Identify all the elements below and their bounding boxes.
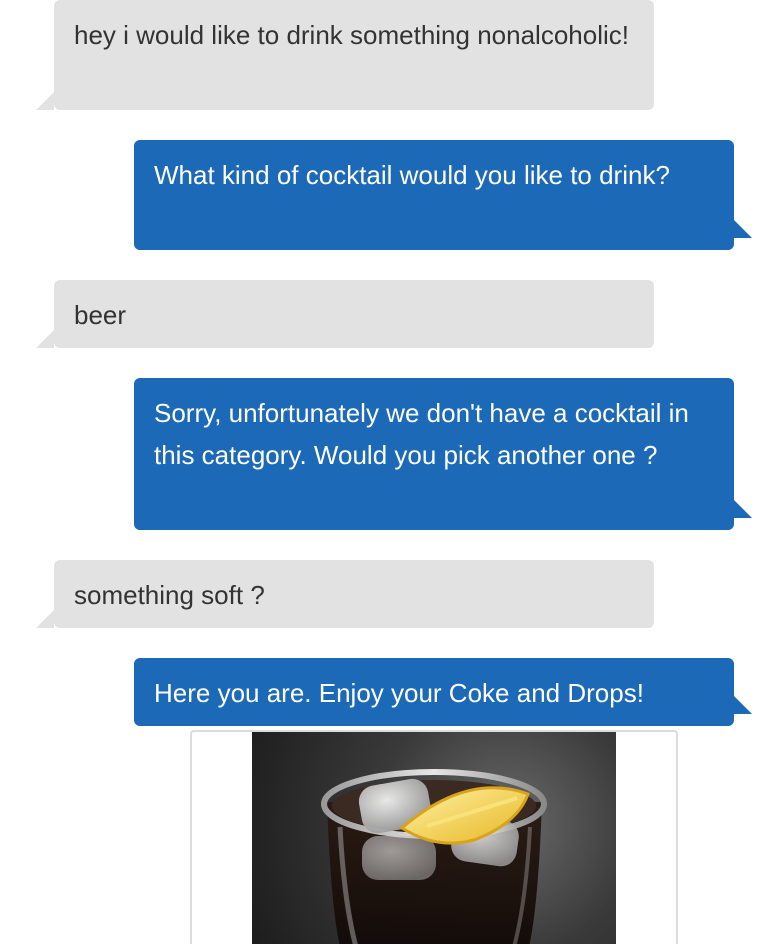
message-text: Sorry, unfortunately we don't have a coc… — [154, 398, 689, 470]
drink-image-card[interactable] — [190, 730, 678, 944]
message-text: beer — [74, 300, 127, 330]
message-text: something soft ? — [74, 580, 265, 610]
bot-message: Here you are. Enjoy your Coke and Drops! — [134, 658, 752, 726]
chat-transcript: hey i would like to drink something nona… — [0, 0, 782, 944]
drink-image-icon — [252, 732, 616, 944]
bot-message: What kind of cocktail would you like to … — [134, 140, 752, 250]
bot-message: Sorry, unfortunately we don't have a coc… — [134, 378, 752, 530]
message-text: What kind of cocktail would you like to … — [154, 160, 670, 190]
message-text: Here you are. Enjoy your Coke and Drops! — [154, 678, 644, 708]
message-text: hey i would like to drink something nona… — [74, 20, 629, 50]
user-message: something soft ? — [36, 560, 654, 628]
user-message: hey i would like to drink something nona… — [36, 0, 654, 110]
user-message: beer — [36, 280, 654, 348]
